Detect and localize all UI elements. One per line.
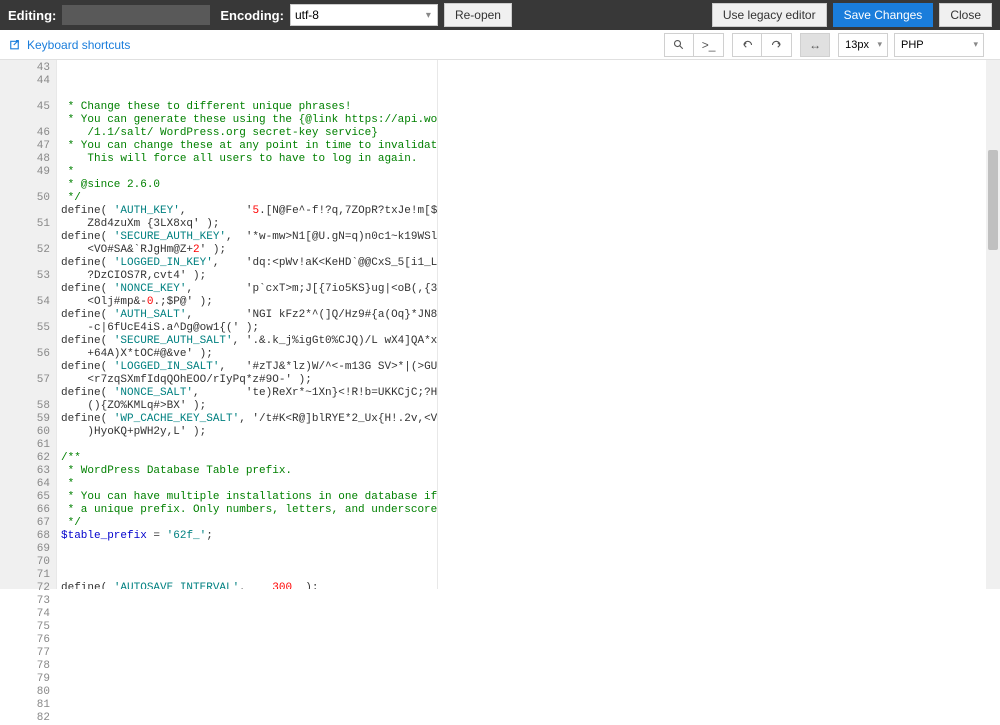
code-line[interactable] xyxy=(61,439,437,452)
vertical-scrollbar[interactable] xyxy=(986,60,1000,589)
code-content[interactable]: * Change these to different unique phras… xyxy=(57,60,437,589)
language-select[interactable]: PHP xyxy=(894,33,984,57)
code-line[interactable] xyxy=(61,556,437,569)
close-button[interactable]: Close xyxy=(939,3,992,27)
terminal-button[interactable]: >_ xyxy=(694,33,724,57)
code-line[interactable]: <r7zqSXmfIdqQOhEOO/rIyPq*z#9O-' ); xyxy=(61,374,437,387)
terminal-icon: >_ xyxy=(702,38,716,52)
code-line[interactable]: * You can have multiple installations in… xyxy=(61,491,437,504)
code-line[interactable]: define( 'SECURE_AUTH_SALT', '.&.k_j%igGt… xyxy=(61,335,437,348)
undo-icon xyxy=(741,39,753,51)
encoding-select[interactable]: utf-8 xyxy=(290,4,438,26)
code-line[interactable]: define( 'LOGGED_IN_KEY', 'dq:<pWv!aK<KeH… xyxy=(61,257,437,270)
code-line[interactable] xyxy=(61,543,437,556)
redo-button[interactable] xyxy=(762,33,792,57)
code-line[interactable]: * xyxy=(61,166,437,179)
search-button[interactable] xyxy=(664,33,694,57)
language-value: PHP xyxy=(901,39,924,51)
code-line[interactable]: define( 'NONCE_KEY', 'p`cxT>m;J[{7io5KS}… xyxy=(61,283,437,296)
code-line[interactable]: define( 'AUTH_KEY', '5.[N@Fe^-f!?q,7ZOpR… xyxy=(61,205,437,218)
code-line[interactable]: * You can change these at any point in t… xyxy=(61,140,437,153)
code-line[interactable]: define( 'SECURE_AUTH_KEY', '*w-mw>N1[@U.… xyxy=(61,231,437,244)
code-line[interactable]: <Olj#mp&-0.;$P@' ); xyxy=(61,296,437,309)
code-line[interactable]: +64A)X*tOC#@&ve' ); xyxy=(61,348,437,361)
font-size-select[interactable]: 13px xyxy=(838,33,888,57)
code-line[interactable]: This will force all users to have to log… xyxy=(61,153,437,166)
editing-filename-input[interactable] xyxy=(62,5,210,25)
encoding-label: Encoding: xyxy=(220,8,284,23)
code-line[interactable]: $table_prefix = '62f_'; xyxy=(61,530,437,543)
save-changes-button[interactable]: Save Changes xyxy=(833,3,934,27)
encoding-value: utf-8 xyxy=(295,8,319,22)
redo-icon xyxy=(771,39,783,51)
code-line[interactable]: define( 'AUTOSAVE_INTERVAL', 300 ); xyxy=(61,582,437,589)
font-size-value: 13px xyxy=(845,39,869,51)
keyboard-shortcuts-link[interactable]: Keyboard shortcuts xyxy=(10,38,130,52)
code-line[interactable] xyxy=(61,569,437,582)
code-line[interactable]: * xyxy=(61,478,437,491)
code-line[interactable]: /1.1/salt/ WordPress.org secret-key serv… xyxy=(61,127,437,140)
code-line[interactable]: <VO#SA&`RJgHm@Z+2' ); xyxy=(61,244,437,257)
code-line[interactable]: (){ZO%KMLq#>BX' ); xyxy=(61,400,437,413)
reopen-button[interactable]: Re-open xyxy=(444,3,512,27)
external-link-icon xyxy=(10,39,22,51)
code-line[interactable]: */ xyxy=(61,517,437,530)
code-line[interactable]: define( 'WP_CACHE_KEY_SALT', '/t#K<R@]bl… xyxy=(61,413,437,426)
editor-toolbar: >_ ↔ 13px PHP xyxy=(664,33,990,57)
code-line[interactable]: define( 'LOGGED_IN_SALT', '#zTJ&*lz)W/^<… xyxy=(61,361,437,374)
right-empty-panel xyxy=(438,60,1000,589)
code-line[interactable]: ?DzCIOS7R,cvt4' ); xyxy=(61,270,437,283)
code-line[interactable]: define( 'NONCE_SALT', 'te)ReXr*~1Xn}<!R!… xyxy=(61,387,437,400)
editing-label: Editing: xyxy=(8,8,56,23)
code-line[interactable]: * You can generate these using the {@lin… xyxy=(61,114,437,127)
code-line[interactable]: * a unique prefix. Only numbers, letters… xyxy=(61,504,437,517)
sub-toolbar: Keyboard shortcuts >_ ↔ 13px PHP xyxy=(0,30,1000,60)
line-number-gutter: 4344454647484950515253545556575859606162… xyxy=(0,60,57,589)
code-line[interactable]: define( 'AUTH_SALT', 'NGI kFz2*^(]Q/Hz9#… xyxy=(61,309,437,322)
code-line[interactable]: */ xyxy=(61,192,437,205)
top-bar: Editing: Encoding: utf-8 Re-open Use leg… xyxy=(0,0,1000,30)
wrap-icon: ↔ xyxy=(809,38,821,52)
code-editor[interactable]: 4344454647484950515253545556575859606162… xyxy=(0,60,1000,589)
code-line[interactable]: * @since 2.6.0 xyxy=(61,179,437,192)
code-line[interactable]: * Change these to different unique phras… xyxy=(61,101,437,114)
code-line[interactable]: /** xyxy=(61,452,437,465)
code-line[interactable]: )HyoKQ+pWH2y,L' ); xyxy=(61,426,437,439)
code-line[interactable]: -c|6fUcE4iS.a^Dg@ow1{(' ); xyxy=(61,322,437,335)
wrap-toggle-button[interactable]: ↔ xyxy=(800,33,830,57)
undo-button[interactable] xyxy=(732,33,762,57)
legacy-editor-button[interactable]: Use legacy editor xyxy=(712,3,827,27)
scrollbar-thumb[interactable] xyxy=(988,150,998,250)
code-line[interactable]: * WordPress Database Table prefix. xyxy=(61,465,437,478)
code-line[interactable]: Z8d4zuXm {3LX8xq' ); xyxy=(61,218,437,231)
search-icon xyxy=(673,39,685,51)
keyboard-shortcuts-label: Keyboard shortcuts xyxy=(27,38,130,52)
